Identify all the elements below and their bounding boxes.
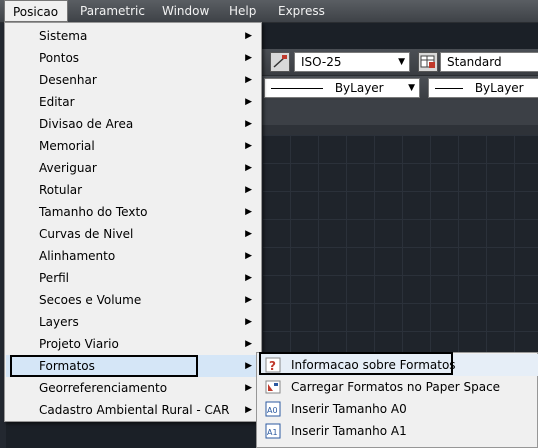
submenu-arrow-icon: ▶ — [245, 53, 252, 63]
submenu-arrow-icon: ▶ — [245, 405, 252, 415]
menu-item-cadastro-ambiental-rural[interactable]: Cadastro Ambiental Rural - CAR ▶ — [6, 399, 260, 421]
menu-item-label: Curvas de Nivel — [39, 227, 134, 241]
menu-item-perfil[interactable]: Perfil ▶ — [6, 267, 260, 289]
submenu-arrow-icon: ▶ — [245, 383, 252, 393]
dim-style-icon[interactable] — [270, 52, 290, 72]
menu-item-rotular[interactable]: Rotular ▶ — [6, 179, 260, 201]
submenu-arrow-icon: ▶ — [245, 207, 252, 217]
submenu-arrow-icon: ▶ — [245, 229, 252, 239]
submenu-item-carregar-formatos[interactable]: Carregar Formatos no Paper Space — [258, 376, 538, 398]
menu-item-label: Tamanho do Texto — [39, 205, 148, 219]
chevron-down-icon: ▼ — [408, 83, 415, 93]
menu-item-averiguar[interactable]: Averiguar ▶ — [6, 157, 260, 179]
submenu-item-label: Carregar Formatos no Paper Space — [291, 380, 501, 394]
submenu-item-inserir-a1[interactable]: A1 Inserir Tamanho A1 — [258, 420, 538, 442]
menu-item-label: Projeto Viario — [39, 337, 119, 351]
menu-bar: Posicao Parametric Window Help Express — [0, 0, 538, 23]
insert-a0-icon: A0 — [265, 401, 281, 417]
menu-item-pontos[interactable]: Pontos ▶ — [6, 47, 260, 69]
submenu-item-inserir-a0[interactable]: A0 Inserir Tamanho A0 — [258, 398, 538, 420]
menu-item-georreferenciamento[interactable]: Georreferenciamento ▶ — [6, 377, 260, 399]
dim-style-value: ISO-25 — [301, 55, 342, 69]
menu-item-label: Editar — [39, 95, 75, 109]
submenu-arrow-icon: ▶ — [245, 361, 252, 371]
insert-a1-icon: A1 — [265, 423, 281, 439]
menu-item-desenhar[interactable]: Desenhar ▶ — [6, 69, 260, 91]
menu-item-curvas-de-nivel[interactable]: Curvas de Nivel ▶ — [6, 223, 260, 245]
menu-item-label: Alinhamento — [39, 249, 116, 263]
menu-item-label: Perfil — [39, 271, 70, 285]
menu-item-tamanho-do-texto[interactable]: Tamanho do Texto ▶ — [6, 201, 260, 223]
menu-window[interactable]: Window — [154, 0, 217, 22]
menu-item-label: Divisao de Area — [39, 117, 134, 131]
submenu-arrow-icon: ▶ — [245, 75, 252, 85]
submenu-arrow-icon: ▶ — [245, 97, 252, 107]
menu-item-label: Georreferenciamento — [39, 381, 168, 395]
toolbar-strip — [262, 100, 538, 125]
properties-toolbar: ByLayer ▼ ByLayer — [262, 76, 538, 101]
linetype-combo[interactable]: ByLayer ▼ — [264, 78, 420, 98]
menu-parametric[interactable]: Parametric — [72, 0, 153, 22]
menu-item-label: Secoes e Volume — [39, 293, 142, 307]
menu-item-label: Desenhar — [39, 73, 97, 87]
submenu-item-label: Inserir Tamanho A1 — [291, 424, 407, 438]
submenu-arrow-icon: ▶ — [245, 119, 252, 129]
submenu-arrow-icon: ▶ — [245, 273, 252, 283]
menu-help[interactable]: Help — [221, 0, 264, 22]
table-style-combo[interactable]: Standard — [440, 52, 538, 72]
submenu-arrow-icon: ▶ — [245, 163, 252, 173]
submenu-arrow-icon: ▶ — [245, 251, 252, 261]
menu-posicao[interactable]: Posicao — [4, 0, 68, 22]
table-style-icon[interactable] — [418, 52, 438, 72]
linetype-value: ByLayer — [334, 81, 384, 95]
menu-item-projeto-viario[interactable]: Projeto Viario ▶ — [6, 333, 260, 355]
svg-text:A1: A1 — [267, 428, 278, 437]
lineweight-sample — [435, 88, 463, 89]
svg-text:A0: A0 — [267, 406, 278, 415]
paper-space-icon — [265, 379, 281, 395]
dimension-toolbar: ISO-25 ▼ Standard — [262, 49, 538, 76]
menu-item-secoes-e-volume[interactable]: Secoes e Volume ▶ — [6, 289, 260, 311]
chevron-down-icon: ▼ — [398, 57, 405, 67]
menu-item-editar[interactable]: Editar ▶ — [6, 91, 260, 113]
menu-item-label: Averiguar — [39, 161, 97, 175]
informacao-focus-outline — [259, 352, 453, 375]
submenu-arrow-icon: ▶ — [245, 141, 252, 151]
dim-style-combo[interactable]: ISO-25 ▼ — [294, 52, 410, 72]
menu-item-label: Memorial — [39, 139, 95, 153]
submenu-arrow-icon: ▶ — [245, 31, 252, 41]
submenu-arrow-icon: ▶ — [245, 185, 252, 195]
linetype-sample — [271, 88, 323, 89]
menu-item-divisao-de-area[interactable]: Divisao de Area ▶ — [6, 113, 260, 135]
submenu-arrow-icon: ▶ — [245, 339, 252, 349]
menu-item-alinhamento[interactable]: Alinhamento ▶ — [6, 245, 260, 267]
lineweight-value: ByLayer — [474, 81, 524, 95]
menu-item-layers[interactable]: Layers ▶ — [6, 311, 260, 333]
menu-item-label: Layers — [39, 315, 79, 329]
submenu-item-label: Inserir Tamanho A0 — [291, 402, 407, 416]
menu-express[interactable]: Express — [270, 0, 333, 22]
menu-item-label: Pontos — [39, 51, 80, 65]
menu-item-label: Rotular — [39, 183, 83, 197]
toolbar-strip-lower — [262, 125, 538, 135]
menu-item-label: Cadastro Ambiental Rural - CAR — [39, 403, 230, 417]
formatos-focus-outline — [10, 355, 198, 377]
submenu-arrow-icon: ▶ — [245, 295, 252, 305]
lineweight-combo[interactable]: ByLayer — [428, 78, 538, 98]
submenu-arrow-icon: ▶ — [245, 317, 252, 327]
menu-item-label: Sistema — [39, 29, 88, 43]
menu-item-memorial[interactable]: Memorial ▶ — [6, 135, 260, 157]
menu-item-sistema[interactable]: Sistema ▶ — [6, 25, 260, 47]
table-style-value: Standard — [447, 55, 502, 69]
